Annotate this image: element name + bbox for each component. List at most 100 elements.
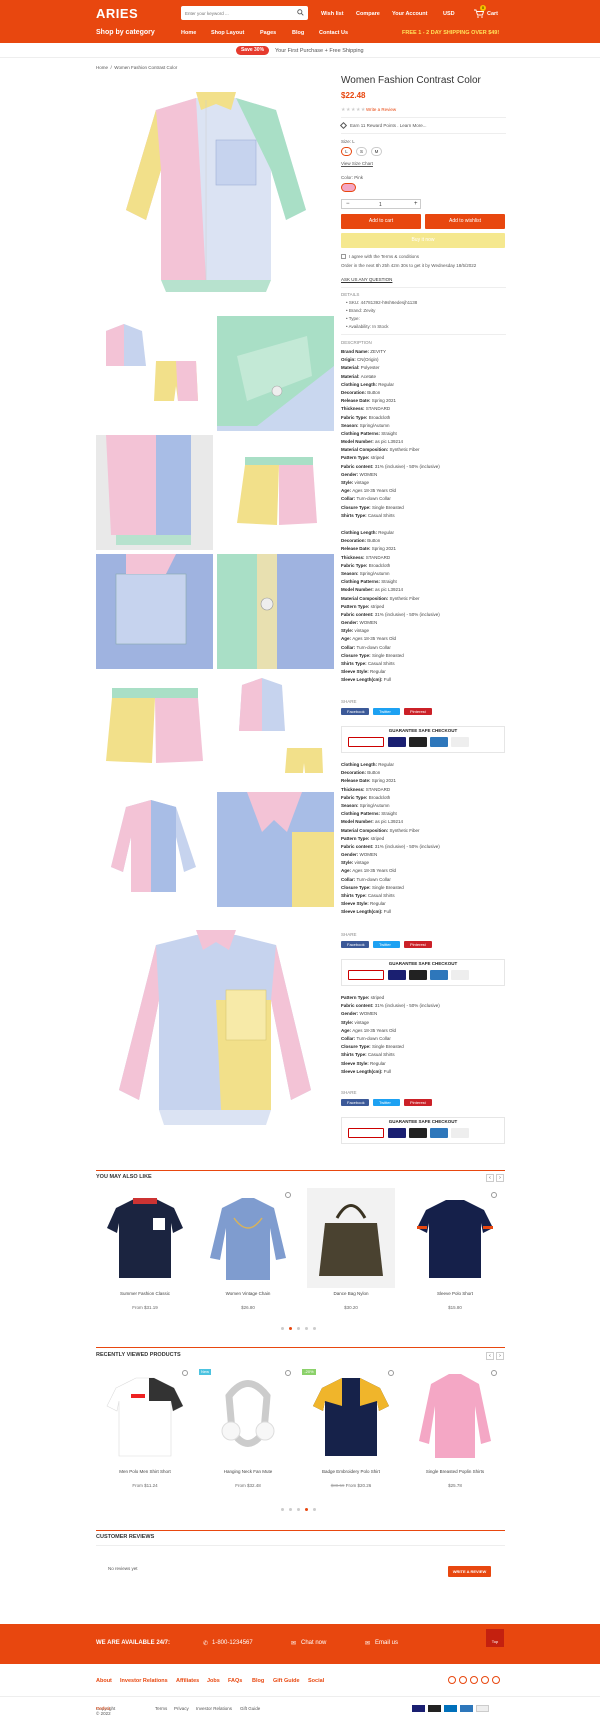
qty-value[interactable]: 1 xyxy=(379,202,382,208)
bottom-link-gift[interactable]: Gift Guide xyxy=(240,1706,260,1711)
product-card[interactable]: Men Polo Men Shirt Short From $11.24 xyxy=(96,1366,194,1496)
carousel-dot[interactable] xyxy=(281,1508,284,1511)
also-like-prev[interactable]: ‹ xyxy=(486,1174,494,1182)
footer-link-about[interactable]: About xyxy=(96,1678,112,1684)
instagram-icon[interactable] xyxy=(470,1676,478,1684)
carousel-dot[interactable] xyxy=(313,1508,316,1511)
carousel-dot-active[interactable] xyxy=(305,1508,308,1511)
footer-link-blog[interactable]: Blog xyxy=(252,1678,264,1684)
model-image[interactable] xyxy=(96,920,334,1150)
quantity-stepper[interactable]: − 1 + xyxy=(341,199,421,209)
search-input[interactable] xyxy=(185,9,295,17)
size-option-l[interactable]: L xyxy=(341,147,352,156)
product-image[interactable] xyxy=(411,1366,499,1466)
add-to-wishlist-button[interactable]: Add to wishlist xyxy=(425,214,505,229)
size-option-s[interactable]: S xyxy=(356,147,367,156)
collar-detail-image[interactable] xyxy=(217,792,334,907)
pinterest-share-button-3[interactable]: Pinterest xyxy=(404,1099,432,1106)
currency-select[interactable]: USD xyxy=(443,11,455,17)
buy-now-button[interactable]: Buy it now xyxy=(341,233,505,248)
cart-label[interactable]: Cart xyxy=(487,11,498,17)
email-link[interactable]: Email us xyxy=(375,1640,398,1646)
product-card[interactable]: Summer Fashion Classic From $31.19 xyxy=(96,1188,194,1318)
search-icon[interactable] xyxy=(297,9,304,16)
product-card[interactable]: Single Breasted Poplin Shirts $25.78 xyxy=(405,1366,505,1496)
twitter-share-button-3[interactable]: Twitter xyxy=(373,1099,400,1106)
terms-text[interactable]: I agree with the Terms & conditions xyxy=(349,254,419,259)
footer-link-investor[interactable]: Investor Relations xyxy=(120,1678,168,1684)
size-chart-link[interactable]: View Size Chart xyxy=(341,161,373,166)
back-view-image[interactable] xyxy=(96,435,213,550)
carousel-dot[interactable] xyxy=(297,1327,300,1330)
shorts-image[interactable] xyxy=(217,435,334,550)
footer-link-affiliates[interactable]: Affiliates xyxy=(176,1678,199,1684)
product-card[interactable]: Sleeve Polo Short $15.80 xyxy=(405,1188,505,1318)
account-link[interactable]: Your Account xyxy=(392,11,427,17)
product-image[interactable] xyxy=(101,1366,189,1466)
breadcrumb-home[interactable]: Home xyxy=(96,65,108,70)
product-name[interactable]: Summer Fashion Classic xyxy=(96,1291,194,1296)
chat-link[interactable]: Chat now xyxy=(301,1640,326,1646)
product-name[interactable]: Hanging Neck Fan Mute xyxy=(199,1469,297,1474)
ask-question-link[interactable]: ASK US ANY QUESTION xyxy=(341,277,392,282)
facebook-share-button-3[interactable]: Facebook xyxy=(341,1099,369,1106)
footer-link-social[interactable]: Social xyxy=(308,1678,324,1684)
site-logo[interactable]: ARIES xyxy=(96,6,138,21)
bottom-link-terms[interactable]: Terms xyxy=(155,1706,167,1711)
nav-pages[interactable]: Pages xyxy=(260,30,276,36)
carousel-dot-active[interactable] xyxy=(289,1327,292,1330)
product-card[interactable]: New Hanging Neck Fan Mute From $32.48 xyxy=(199,1366,297,1496)
product-name[interactable]: Sleeve Polo Short xyxy=(405,1291,505,1296)
footer-link-jobs[interactable]: Jobs xyxy=(207,1678,220,1684)
product-card[interactable]: -20% Badge Embroidery Polo Shirt $80.59 … xyxy=(302,1366,400,1496)
twitter-icon[interactable] xyxy=(448,1676,456,1684)
carousel-dot[interactable] xyxy=(313,1327,316,1330)
product-card[interactable]: Women Vintage Chain $26.80 xyxy=(199,1188,297,1318)
category-menu[interactable]: Shop by category xyxy=(96,29,155,36)
cuff-detail-image[interactable] xyxy=(217,316,334,431)
footer-link-faqs[interactable]: FAQs xyxy=(228,1678,242,1684)
also-like-next[interactable]: › xyxy=(496,1174,504,1182)
phone-link[interactable]: 1-800-1234567 xyxy=(212,1640,253,1646)
product-card[interactable]: Dance Bag Nylon $30.20 xyxy=(302,1188,400,1318)
carousel-dot[interactable] xyxy=(289,1508,292,1511)
qty-minus[interactable]: − xyxy=(346,201,350,207)
footer-link-gift-guide[interactable]: Gift Guide xyxy=(273,1678,300,1684)
color-swatch-pink[interactable] xyxy=(341,183,356,192)
product-name[interactable]: Men Polo Men Shirt Short xyxy=(96,1469,194,1474)
thumb-set-image[interactable] xyxy=(96,316,213,431)
pinterest-share-button[interactable]: Pinterest xyxy=(404,708,432,715)
copyright-brand[interactable]: Perfect xyxy=(96,1706,110,1711)
nav-blog[interactable]: Blog xyxy=(292,30,304,36)
facebook-share-button-2[interactable]: Facebook xyxy=(341,941,369,948)
product-name[interactable]: Women Vintage Chain xyxy=(199,1291,297,1296)
reward-points[interactable]: Earn 11 Reward Points . Learn More... xyxy=(350,123,426,128)
nav-shop-layout[interactable]: Shop Layout xyxy=(211,30,244,36)
size-option-m[interactable]: M xyxy=(371,147,382,156)
wishlist-link[interactable]: Wish list xyxy=(321,11,344,17)
twitter-share-button-2[interactable]: Twitter xyxy=(373,941,400,948)
button-detail-image[interactable] xyxy=(217,554,334,669)
product-image[interactable] xyxy=(101,1188,189,1288)
front-view-image[interactable] xyxy=(96,792,213,907)
bottom-link-investor[interactable]: Investor Relations xyxy=(196,1706,232,1711)
product-image[interactable] xyxy=(204,1188,292,1288)
facebook-share-button[interactable]: Facebook xyxy=(341,708,369,715)
product-name[interactable]: Single Breasted Poplin Shirts xyxy=(405,1469,505,1474)
nav-contact[interactable]: Contact Us xyxy=(319,30,348,36)
recent-prev[interactable]: ‹ xyxy=(486,1352,494,1360)
pocket-detail-image[interactable] xyxy=(96,554,213,669)
youtube-icon[interactable] xyxy=(492,1676,500,1684)
product-image[interactable] xyxy=(307,1366,395,1466)
product-image[interactable] xyxy=(411,1188,499,1288)
nav-home[interactable]: Home xyxy=(181,30,196,36)
carousel-dot[interactable] xyxy=(297,1508,300,1511)
write-review-button[interactable]: WRITE A REVIEW xyxy=(448,1566,491,1577)
facebook-icon[interactable] xyxy=(459,1676,467,1684)
product-image[interactable] xyxy=(204,1366,292,1466)
bottom-link-privacy[interactable]: Privacy xyxy=(174,1706,189,1711)
back-to-top-button[interactable]: Top xyxy=(486,1629,504,1647)
tiktok-icon[interactable] xyxy=(481,1676,489,1684)
pinterest-share-button-2[interactable]: Pinterest xyxy=(404,941,432,948)
product-name[interactable]: Dance Bag Nylon xyxy=(302,1291,400,1296)
